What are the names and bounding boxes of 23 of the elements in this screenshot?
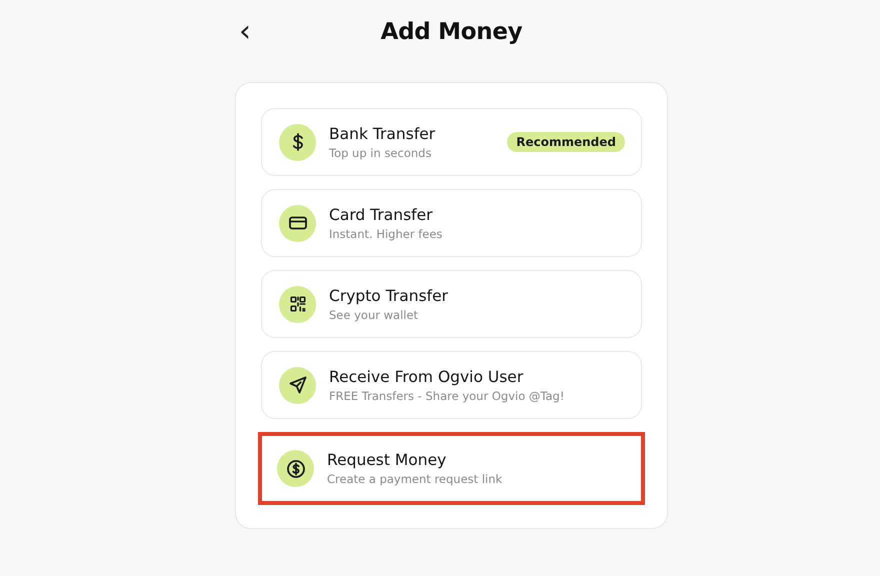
paper-plane-icon [279,366,316,404]
option-card[interactable]: Card Transfer Instant. Higher fees [261,189,642,257]
option-subtitle: Top up in seconds [329,146,432,160]
option-subtitle: See your wallet [329,308,420,322]
qr-code-icon [279,286,316,322]
option-subtitle: Create a payment request link [327,472,504,486]
dollar-icon [279,124,316,160]
option-title: Card Transfer [329,206,434,224]
option-title: Request Money [327,451,448,469]
option-card[interactable]: Bank Transfer Top up in seconds Recommended [261,108,642,176]
dollar-coin-icon [277,450,314,487]
back-button[interactable]: ‹ [235,17,255,47]
recommended-badge: Recommended [507,132,625,152]
option-subtitle: FREE Transfers - Share your Ogvio @Tag! [329,388,566,402]
card-icon [279,204,316,242]
option-subtitle: Instant. Higher fees [329,226,444,240]
option-title: Bank Transfer [329,124,436,142]
option-card[interactable]: Receive From Ogvio User FREE Transfers - Share your Ogvio @Tag! [261,351,642,419]
option-title: Crypto Transfer [329,286,450,304]
option-title: Receive From Ogvio User [329,368,524,386]
page-title: Add Money [380,19,524,45]
option-card[interactable]: Crypto Transfer See your wallet [261,270,642,338]
option-card[interactable]: Request Money Create a payment request link [258,432,645,505]
